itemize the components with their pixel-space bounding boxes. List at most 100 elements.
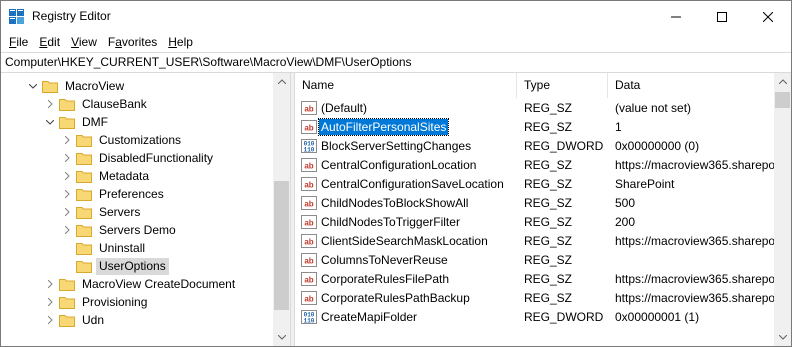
- tree-item[interactable]: UserOptions: [62, 257, 169, 275]
- tree-item-label: DMF: [82, 114, 108, 129]
- key-tree[interactable]: MacroView ClauseBank DMF Customizations Disa…: [1, 73, 290, 346]
- value-type: REG_SZ: [524, 158, 573, 172]
- table-row[interactable]: ab CorporateRulesPathBackup REG_SZ https://…: [295, 289, 774, 308]
- string-value-icon: ab: [301, 215, 317, 229]
- value-name: CorporateRulesPathBackup: [321, 291, 470, 305]
- value-name: (Default): [321, 101, 368, 115]
- table-row[interactable]: ab ChildNodesToBlockShowAll REG_SZ 500: [295, 194, 774, 213]
- table-row[interactable]: ab AutoFilterPersonalSites REG_SZ 1: [295, 118, 774, 137]
- column-header-type[interactable]: Type: [517, 73, 608, 98]
- tree-item[interactable]: Provisioning: [45, 293, 150, 311]
- value-data: 200: [615, 215, 636, 229]
- chevron-right-icon[interactable]: [45, 95, 55, 113]
- value-data: https://macroview365.sharepoi: [615, 234, 774, 248]
- tree-scrollbar-thumb[interactable]: [274, 181, 289, 310]
- menu-bar: File Edit View Favorites Help: [1, 32, 791, 52]
- values-scrollbar[interactable]: [774, 73, 791, 346]
- chevron-right-icon[interactable]: [62, 131, 72, 149]
- string-value-icon: ab: [301, 196, 317, 210]
- tree-item[interactable]: Preferences: [62, 185, 167, 203]
- tree-item[interactable]: Customizations: [62, 131, 184, 149]
- folder-icon: [76, 188, 92, 201]
- close-button[interactable]: [745, 1, 791, 32]
- table-row[interactable]: 010 110 BlockServerSettingChanges REG_DWORD…: [295, 137, 774, 156]
- scroll-down-icon[interactable]: [774, 329, 791, 346]
- table-row[interactable]: ab (Default) REG_SZ (value not set): [295, 99, 774, 118]
- value-type: REG_SZ: [524, 196, 573, 210]
- folder-icon: [59, 116, 75, 129]
- tree-item[interactable]: Servers Demo: [62, 221, 179, 239]
- value-type: REG_SZ: [524, 234, 573, 248]
- table-row[interactable]: ab CentralConfigurationSaveLocation REG_SZ…: [295, 175, 774, 194]
- chevron-down-icon[interactable]: [45, 113, 55, 131]
- values-list[interactable]: Name Type Data ab (Default) REG_SZ (value n…: [295, 73, 791, 346]
- tree-item[interactable]: DisabledFunctionality: [62, 149, 216, 167]
- chevron-right-icon[interactable]: [45, 311, 55, 329]
- column-header-name[interactable]: Name: [295, 73, 517, 98]
- tree-item[interactable]: MacroView: [28, 77, 127, 95]
- minimize-button[interactable]: [653, 1, 699, 32]
- chevron-right-icon[interactable]: [62, 203, 72, 221]
- svg-text:110: 110: [304, 318, 315, 325]
- string-value-icon: ab: [301, 177, 317, 191]
- value-name: BlockServerSettingChanges: [321, 139, 472, 153]
- values-scrollbar-thumb[interactable]: [775, 92, 790, 108]
- column-header-data[interactable]: Data: [608, 73, 774, 98]
- tree-item[interactable]: Servers: [62, 203, 143, 221]
- scroll-up-icon[interactable]: [273, 73, 290, 90]
- value-type: REG_SZ: [524, 253, 573, 267]
- chevron-down-icon[interactable]: [28, 77, 38, 95]
- value-type: REG_DWORD: [524, 310, 604, 324]
- tree-item[interactable]: Udn: [45, 311, 107, 329]
- maximize-button[interactable]: [699, 1, 745, 32]
- folder-icon: [76, 260, 92, 273]
- chevron-right-icon[interactable]: [62, 167, 72, 185]
- close-icon: [763, 11, 773, 22]
- table-row[interactable]: 010 110 CreateMapiFolder REG_DWORD 0x0000000…: [295, 308, 774, 327]
- chevron-right-icon[interactable]: [62, 185, 72, 203]
- minimize-icon: [671, 16, 681, 17]
- menu-edit[interactable]: Edit: [34, 32, 65, 52]
- tree-item[interactable]: DMF: [45, 113, 111, 131]
- svg-text:ab: ab: [304, 276, 313, 285]
- scroll-up-icon[interactable]: [774, 73, 791, 90]
- tree-item[interactable]: ClauseBank: [45, 95, 150, 113]
- address-bar[interactable]: Computer\HKEY_CURRENT_USER\Software\Macr…: [1, 52, 791, 73]
- svg-text:ab: ab: [304, 124, 313, 133]
- title-bar[interactable]: Registry Editor: [1, 1, 791, 32]
- scroll-down-icon[interactable]: [273, 329, 290, 346]
- chevron-right-icon[interactable]: [45, 275, 55, 293]
- chevron-right-icon[interactable]: [45, 293, 55, 311]
- folder-icon: [59, 278, 75, 291]
- table-row[interactable]: ab ColumnsToNeverReuse REG_SZ: [295, 251, 774, 270]
- table-row[interactable]: ab CentralConfigurationLocation REG_SZ http…: [295, 156, 774, 175]
- tree-item-label: Servers: [99, 204, 141, 219]
- folder-icon: [59, 98, 75, 111]
- table-row[interactable]: ab CorporateRulesFilePath REG_SZ https://ma…: [295, 270, 774, 289]
- value-name: ChildNodesToBlockShowAll: [321, 196, 469, 210]
- folder-icon: [59, 296, 75, 309]
- tree-item[interactable]: Uninstall: [62, 239, 148, 257]
- menu-view[interactable]: View: [66, 32, 102, 52]
- value-data: 0x00000001 (1): [615, 310, 700, 324]
- tree-item[interactable]: MacroView CreateDocument: [45, 275, 238, 293]
- chevron-right-icon[interactable]: [62, 221, 72, 239]
- tree-item-label: UserOptions: [96, 257, 169, 275]
- chevron-right-icon[interactable]: [62, 149, 72, 167]
- table-row[interactable]: ab ClientSideSearchMaskLocation REG_SZ http…: [295, 232, 774, 251]
- table-row[interactable]: ab ChildNodesToTriggerFilter REG_SZ 200: [295, 213, 774, 232]
- menu-help[interactable]: Help: [163, 32, 198, 52]
- no-expander: [62, 257, 72, 275]
- maximize-icon: [717, 11, 727, 22]
- value-type: REG_SZ: [524, 215, 573, 229]
- tree-item[interactable]: Metadata: [62, 167, 152, 185]
- value-type: REG_SZ: [524, 291, 573, 305]
- string-value-icon: ab: [301, 234, 317, 248]
- tree-scrollbar[interactable]: [273, 73, 290, 346]
- svg-text:ab: ab: [304, 238, 313, 247]
- folder-icon: [76, 224, 92, 237]
- menu-file[interactable]: File: [4, 32, 33, 52]
- string-value-icon: ab: [301, 158, 317, 172]
- menu-favorites[interactable]: Favorites: [103, 32, 162, 52]
- svg-text:110: 110: [304, 147, 315, 154]
